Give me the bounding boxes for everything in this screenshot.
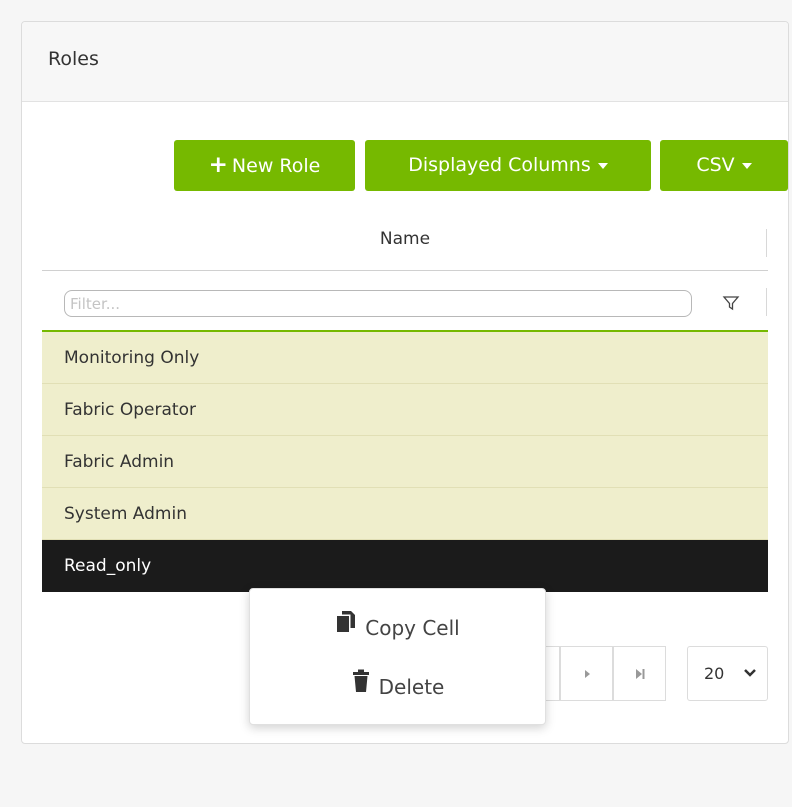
delete-menu-item[interactable]: Delete xyxy=(250,662,545,712)
copy-icon xyxy=(335,602,357,652)
triangle-right-icon xyxy=(584,669,590,678)
filter-input[interactable] xyxy=(64,290,692,317)
last-page-button[interactable] xyxy=(613,646,666,701)
displayed-columns-label: Displayed Columns xyxy=(408,154,591,176)
chevron-down-icon xyxy=(744,669,756,677)
column-resize-handle[interactable] xyxy=(766,229,767,257)
next-page-button[interactable] xyxy=(560,646,613,701)
page-size-value: 20 xyxy=(704,664,725,683)
page-size-select[interactable]: 20 xyxy=(687,646,768,701)
caret-down-icon xyxy=(741,162,752,169)
panel-heading: Roles xyxy=(22,22,788,102)
table-body: Monitoring Only Fabric Operator Fabric A… xyxy=(42,332,768,592)
csv-button[interactable]: CSV xyxy=(660,140,788,191)
filter-icon[interactable] xyxy=(722,294,740,312)
delete-label: Delete xyxy=(378,675,445,699)
new-role-button[interactable]: + New Role xyxy=(174,140,355,191)
table-row[interactable]: Fabric Admin xyxy=(42,436,768,488)
displayed-columns-button[interactable]: Displayed Columns xyxy=(365,140,651,191)
context-menu: Copy Cell Delete xyxy=(249,588,546,725)
table-row-selected[interactable]: Read_only xyxy=(42,540,768,592)
plus-icon: + xyxy=(208,152,228,178)
table-row[interactable]: Fabric Operator xyxy=(42,384,768,436)
copy-cell-label: Copy Cell xyxy=(365,616,460,640)
column-divider xyxy=(766,288,767,316)
trash-icon xyxy=(351,661,371,711)
csv-label: CSV xyxy=(696,154,735,176)
caret-down-icon xyxy=(597,162,608,169)
column-header-name[interactable]: Name xyxy=(42,217,768,271)
copy-cell-menu-item[interactable]: Copy Cell xyxy=(250,603,545,653)
table-row[interactable]: Monitoring Only xyxy=(42,332,768,384)
table-row[interactable]: System Admin xyxy=(42,488,768,540)
last-page-icon xyxy=(635,668,644,679)
panel-title: Roles xyxy=(48,48,99,70)
new-role-label: New Role xyxy=(231,155,321,177)
